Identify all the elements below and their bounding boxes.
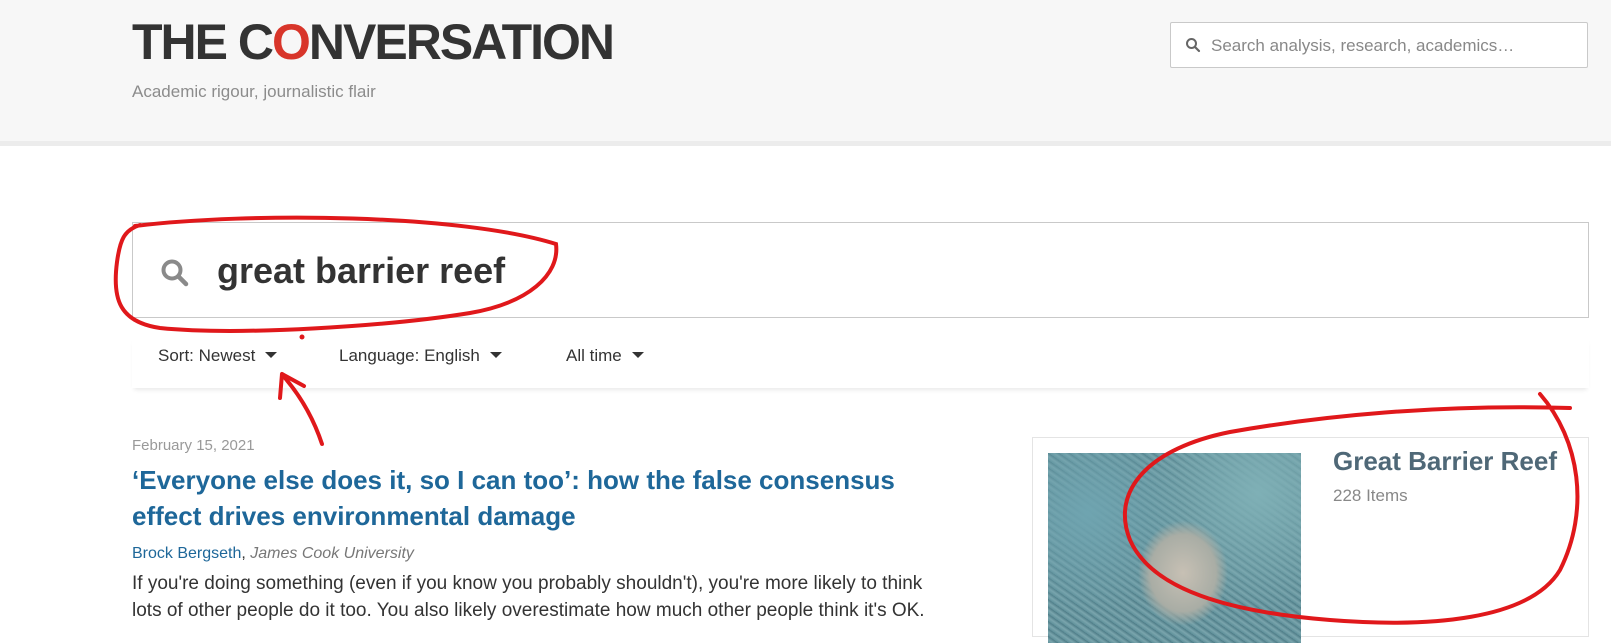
search-icon bbox=[160, 258, 190, 293]
byline-separator: , bbox=[241, 545, 251, 562]
article-date: February 15, 2021 bbox=[132, 437, 255, 454]
article-excerpt: If you're doing something (even if you k… bbox=[132, 573, 925, 621]
article-affiliation: James Cook University bbox=[250, 545, 414, 562]
search-filters-bar: Sort: Newest Language: English All time bbox=[132, 336, 1589, 388]
logo-text-end: NVERSATION bbox=[308, 14, 615, 70]
language-dropdown[interactable]: Language: English bbox=[339, 346, 502, 366]
article-author-link[interactable]: Brock Bergseth bbox=[132, 545, 241, 562]
time-range-dropdown[interactable]: All time bbox=[566, 346, 644, 366]
search-result-article: February 15, 2021 ‘Everyone else does it… bbox=[132, 436, 932, 624]
article-byline: Brock Bergseth, James Cook University bbox=[132, 544, 932, 564]
header-search-input[interactable] bbox=[1209, 23, 1583, 69]
topic-card[interactable]: Great Barrier Reef 228 Items bbox=[1032, 437, 1589, 643]
sort-dropdown[interactable]: Sort: Newest bbox=[158, 346, 278, 366]
site-tagline: Academic rigour, journalistic flair bbox=[132, 82, 376, 101]
search-icon bbox=[1185, 37, 1201, 58]
caret-down-icon bbox=[489, 352, 502, 358]
site-logo[interactable]: THE CONVERSATION bbox=[132, 14, 615, 70]
time-range-label: All time bbox=[566, 346, 622, 365]
search-query-input[interactable] bbox=[215, 223, 1559, 319]
logo-speech-bubble-o: O bbox=[272, 14, 311, 70]
topic-image-reef[interactable] bbox=[1048, 453, 1301, 643]
caret-down-icon bbox=[631, 352, 644, 358]
logo-text-start: THE C bbox=[132, 14, 274, 70]
caret-down-icon bbox=[265, 352, 278, 358]
article-title-link[interactable]: ‘Everyone else does it, so I can too’: h… bbox=[132, 462, 932, 534]
topic-title-link[interactable]: Great Barrier Reef bbox=[1333, 446, 1557, 477]
header-search-box[interactable] bbox=[1170, 22, 1588, 69]
site-header: THE CONVERSATION Academic rigour, journa… bbox=[0, 0, 1611, 146]
language-label: Language: English bbox=[339, 346, 480, 365]
topic-item-count: 228 Items bbox=[1333, 486, 1408, 505]
search-query-box[interactable] bbox=[132, 222, 1589, 319]
sort-label: Sort: Newest bbox=[158, 346, 256, 365]
